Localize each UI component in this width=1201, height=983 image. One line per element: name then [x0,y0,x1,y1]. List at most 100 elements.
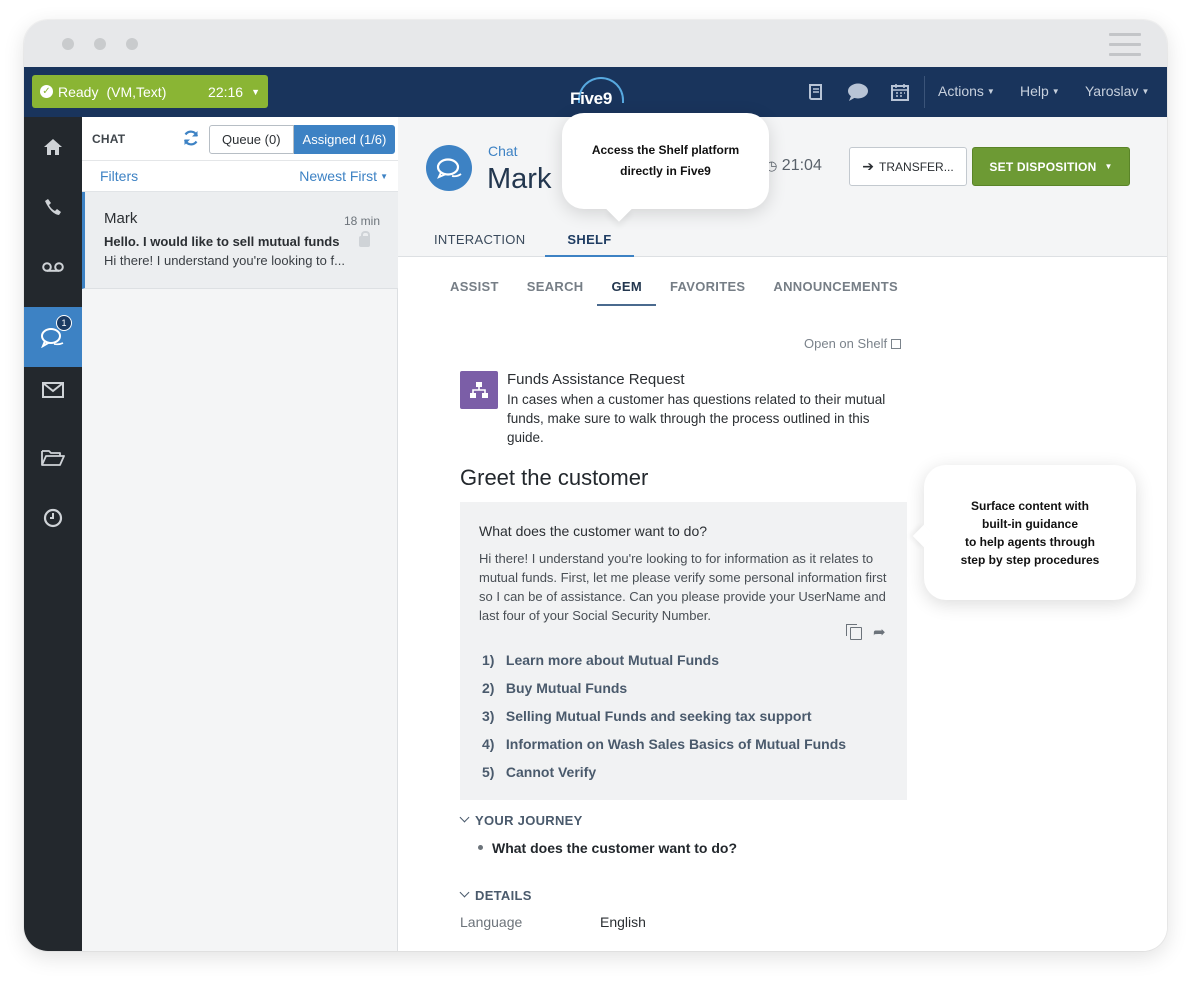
step-option[interactable]: 3) Selling Mutual Funds and seeking tax … [482,708,846,736]
nav-voicemail[interactable] [24,237,82,297]
chat-bubble-icon[interactable] [846,80,870,104]
check-icon: ✓ [40,85,53,98]
nav-folder[interactable] [24,427,82,487]
tab-announcements[interactable]: ANNOUNCEMENTS [759,275,912,306]
step-card: What does the customer want to do? Hi th… [460,502,907,800]
chat-icon [436,158,462,179]
voicemail-icon [42,262,64,272]
help-menu[interactable]: Help ▼ [1020,83,1060,99]
language-label: Language [460,914,523,930]
lock-icon [359,231,370,247]
chat-subject: Hello. I would like to sell mutual funds [104,234,340,249]
chat-list-title: CHAT [92,132,126,146]
window-minimize-button[interactable] [94,38,106,50]
filters-link[interactable]: Filters [100,168,138,184]
guidance-callout: Surface content with built-in guidance t… [924,465,1136,600]
nav-mail[interactable] [24,360,82,420]
status-timer: 22:16 [208,83,244,100]
queue-tab[interactable]: Queue (0) [209,125,294,154]
history-icon [43,508,63,528]
actions-menu[interactable]: Actions ▼ [938,83,995,99]
window-titlebar [24,20,1167,67]
chat-list-item[interactable]: Mark 18 min Hello. I would like to sell … [82,192,398,289]
gem-description: In cases when a customer has questions r… [507,392,886,445]
chat-avatar [426,145,472,191]
bullet-icon [478,845,483,850]
step-option[interactable]: 1) Learn more about Mutual Funds [482,652,846,680]
caret-down-icon: ▼ [1051,87,1060,96]
shelf-tabs: ASSIST SEARCH GEM FAVORITES ANNOUNCEMENT… [438,275,912,306]
chat-preview: Hi there! I understand you're looking to… [104,253,345,268]
channel-type: Chat [488,143,518,159]
tab-interaction[interactable]: INTERACTION [434,221,525,257]
refresh-icon[interactable] [182,129,202,149]
nav-history[interactable] [24,488,82,548]
step-script: Hi there! I understand you're looking to… [479,551,887,623]
step-heading: Greet the customer [460,465,649,490]
open-on-shelf-link[interactable]: Open on Shelf [804,336,902,351]
tab-assist[interactable]: ASSIST [438,275,513,306]
tab-favorites[interactable]: FAVORITES [656,275,759,306]
filters-bar: Filters Newest First ▼ [82,161,398,192]
chat-count-badge: 1 [56,315,72,331]
user-menu[interactable]: Yaroslav ▼ [1085,83,1149,99]
caret-down-icon: ▼ [1104,162,1113,171]
interaction-clock: ◷ 21:04 [766,157,822,174]
queue-assigned-toggle: Queue (0) Assigned (1/6) [209,125,396,154]
window-maximize-button[interactable] [126,38,138,50]
transfer-button[interactable]: ➔ TRANSFER... [849,147,967,186]
caret-down-icon: ▼ [380,172,388,181]
caret-down-icon: ▼ [251,86,260,97]
sort-dropdown[interactable]: Newest First ▼ [299,168,388,184]
copy-icon[interactable] [846,624,862,640]
nav-home[interactable] [24,117,82,177]
nav-chat[interactable]: 1 [24,307,82,367]
five9-logo: Five9 [570,77,630,109]
topbar-divider [924,76,925,108]
window-close-button[interactable] [62,38,74,50]
chat-customer-name: Mark [104,210,138,227]
caret-down-icon: ▼ [1141,87,1150,96]
tab-gem[interactable]: GEM [597,275,656,306]
share-icon[interactable]: ➦ [873,623,886,641]
step-question: What does the customer want to do? [479,523,708,539]
interaction-tabs: INTERACTION SHELF [434,221,676,257]
interaction-header: Chat Mark ◷ 21:04 ➔ TRANSFER... SET DISP… [398,117,1167,257]
book-icon[interactable] [804,80,828,104]
folder-icon [41,450,65,466]
chat-elapsed-time: 18 min [343,214,380,228]
hamburger-menu-icon[interactable] [1109,33,1141,57]
chat-list-panel: CHAT Queue (0) Assigned (1/6) Filters Ne… [82,117,398,951]
left-nav: 1 [24,117,82,951]
tab-shelf[interactable]: SHELF [545,221,634,257]
your-journey-toggle[interactable]: YOUR JOURNEY [459,812,583,828]
chat-list-header: CHAT Queue (0) Assigned (1/6) [82,117,398,161]
calendar-icon[interactable] [888,80,912,104]
phone-icon [45,199,61,215]
shelf-access-callout: Access the Shelf platform directly in Fi… [562,113,769,209]
mail-icon [42,382,64,398]
details-toggle[interactable]: DETAILS [459,887,532,903]
step-options: 1) Learn more about Mutual Funds 2) Buy … [482,652,846,792]
home-icon [44,139,62,155]
agent-status-button[interactable]: ✓ Ready (VM,Text) 22:16 ▼ [32,75,268,108]
chevron-down-icon [459,887,470,898]
gem-title: Funds Assistance Request [507,371,685,388]
set-disposition-button[interactable]: SET DISPOSITION ▼ [972,147,1130,186]
arrow-right-icon: ➔ [862,158,875,174]
status-channels: (VM,Text) [106,83,167,100]
tab-search[interactable]: SEARCH [513,275,598,306]
journey-item[interactable]: What does the customer want to do? [478,840,737,856]
customer-name: Mark [487,163,552,195]
external-link-icon [891,339,902,349]
decision-tree-icon [460,371,498,409]
nav-phone[interactable] [24,177,82,237]
step-option[interactable]: 2) Buy Mutual Funds [482,680,846,708]
top-bar: ✓ Ready (VM,Text) 22:16 ▼ Five9 Actions ▼… [24,67,1167,117]
assigned-tab[interactable]: Assigned (1/6) [293,125,396,154]
caret-down-icon: ▼ [986,87,995,96]
step-option[interactable]: 4) Information on Wash Sales Basics of M… [482,736,846,764]
status-state: Ready [58,83,99,100]
step-option[interactable]: 5) Cannot Verify [482,764,846,792]
chevron-down-icon [459,812,470,823]
